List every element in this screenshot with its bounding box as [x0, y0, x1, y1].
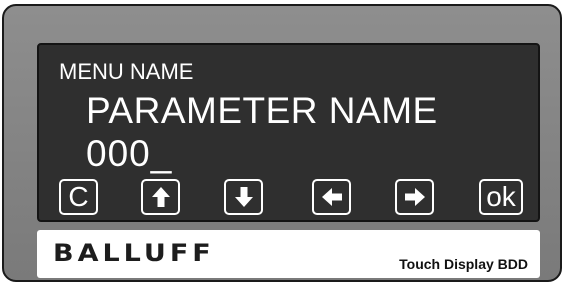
- balluff-logo: BALLUFF: [53, 239, 215, 268]
- ok-button-label: ok: [486, 181, 516, 212]
- arrow-left-icon: [321, 187, 343, 207]
- menu-name-label: MENU NAME: [59, 59, 194, 84]
- left-button[interactable]: [312, 179, 351, 215]
- ok-button[interactable]: ok: [479, 179, 523, 215]
- clear-button[interactable]: C: [59, 179, 98, 215]
- display-screen: MENU NAME PARAMETER NAME 000_ C ok: [37, 43, 540, 222]
- clear-button-label: C: [68, 181, 89, 212]
- arrow-up-icon: [151, 186, 171, 208]
- down-button[interactable]: [224, 179, 263, 215]
- arrow-right-icon: [404, 187, 426, 207]
- product-name-label: Touch Display BDD: [399, 256, 528, 272]
- right-button[interactable]: [395, 179, 434, 215]
- up-button[interactable]: [141, 179, 180, 215]
- parameter-name-label: PARAMETER NAME: [86, 90, 438, 131]
- touch-display-device: MENU NAME PARAMETER NAME 000_ C ok BALLU…: [2, 4, 562, 282]
- brand-panel: BALLUFF Touch Display BDD: [37, 230, 540, 278]
- parameter-value-field[interactable]: 000_: [86, 133, 172, 175]
- arrow-down-icon: [234, 186, 254, 208]
